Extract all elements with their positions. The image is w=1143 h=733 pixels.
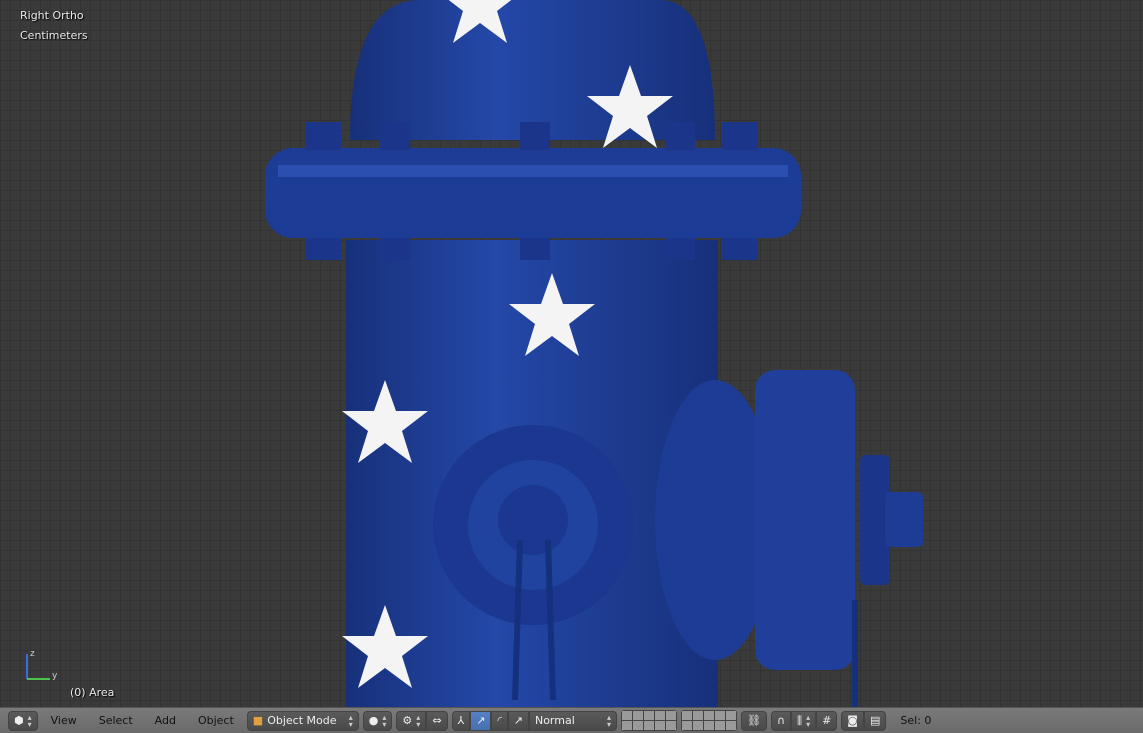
selection-count: Sel: 0 — [900, 714, 932, 727]
3d-viewport[interactable]: Right Ortho Centimeters (0) Area z y — [0, 0, 1143, 707]
manipulator-toggle[interactable]: ⇔ — [426, 710, 448, 731]
sphere-shading-icon: ● — [368, 714, 379, 727]
translate-widget-button[interactable]: ↗ — [470, 710, 492, 731]
select-menu[interactable]: Select — [90, 714, 142, 727]
snap-toggle[interactable]: ∩ — [770, 710, 791, 731]
arrow-icon: ↗ — [476, 714, 486, 727]
axes-icon: ⅄ — [457, 714, 465, 727]
magnet-icon: ∩ — [776, 714, 785, 727]
view-name-label: Right Ortho — [20, 9, 84, 22]
snap-element-select[interactable]: ⫼ ▴ ▾ — [791, 710, 817, 731]
pivot-icon: ⚙ — [402, 714, 413, 727]
object-menu[interactable]: Object — [189, 714, 243, 727]
layers-group-2[interactable] — [680, 710, 737, 731]
lock-camera-layers-button[interactable]: ⛓ — [740, 710, 767, 731]
rotate-icon: ◜ — [497, 714, 502, 727]
mode-select[interactable]: ■ Object Mode ▴ ▾ — [246, 710, 359, 731]
clapperboard-icon: ▤ — [869, 714, 881, 727]
layers-group-1[interactable] — [620, 710, 677, 731]
object-info-label: (0) Area — [70, 686, 115, 699]
view-menu[interactable]: View — [42, 714, 86, 727]
transform-orientation-select[interactable]: Normal ▴ ▾ — [528, 710, 617, 731]
manipulator-icon: ⇔ — [432, 714, 442, 727]
scale-widget-button[interactable]: ↗ — [507, 710, 529, 731]
snap-increment-icon: ⫼ — [797, 713, 803, 727]
render-animation-button[interactable]: ▤ — [863, 710, 887, 731]
axis-gizmo-icon: z y — [26, 649, 58, 681]
snap-target-button[interactable]: # — [816, 710, 838, 731]
viewport-shading-select[interactable]: ● ▴ ▾ — [362, 710, 393, 731]
transform-widget-toggle[interactable]: ⅄ — [451, 710, 471, 731]
pivot-point-select[interactable]: ⚙ ▴ ▾ — [396, 710, 427, 731]
viewport-header: ⬢ ▴ ▾ View Select Add Object ■ Object Mode ▴… — [0, 707, 1143, 733]
object-mode-icon: ■ — [252, 714, 264, 727]
scale-icon: ↗ — [513, 714, 523, 727]
units-label: Centimeters — [20, 29, 88, 42]
axis-y-label: y — [52, 671, 58, 681]
fire-hydrant-model — [265, 0, 923, 707]
editor-type-button[interactable]: ⬢ ▴ ▾ — [8, 710, 38, 731]
rotate-widget-button[interactable]: ◜ — [491, 710, 508, 731]
snap-grid-icon: # — [822, 714, 832, 727]
render-opengl-button[interactable]: ◙ — [841, 710, 864, 731]
axis-z-label: z — [30, 649, 35, 659]
camera-icon: ◙ — [847, 714, 858, 727]
3d-view-cube-icon: ⬢ — [14, 714, 24, 727]
lock-icon: ⛓ — [746, 714, 761, 727]
add-menu[interactable]: Add — [146, 714, 185, 727]
